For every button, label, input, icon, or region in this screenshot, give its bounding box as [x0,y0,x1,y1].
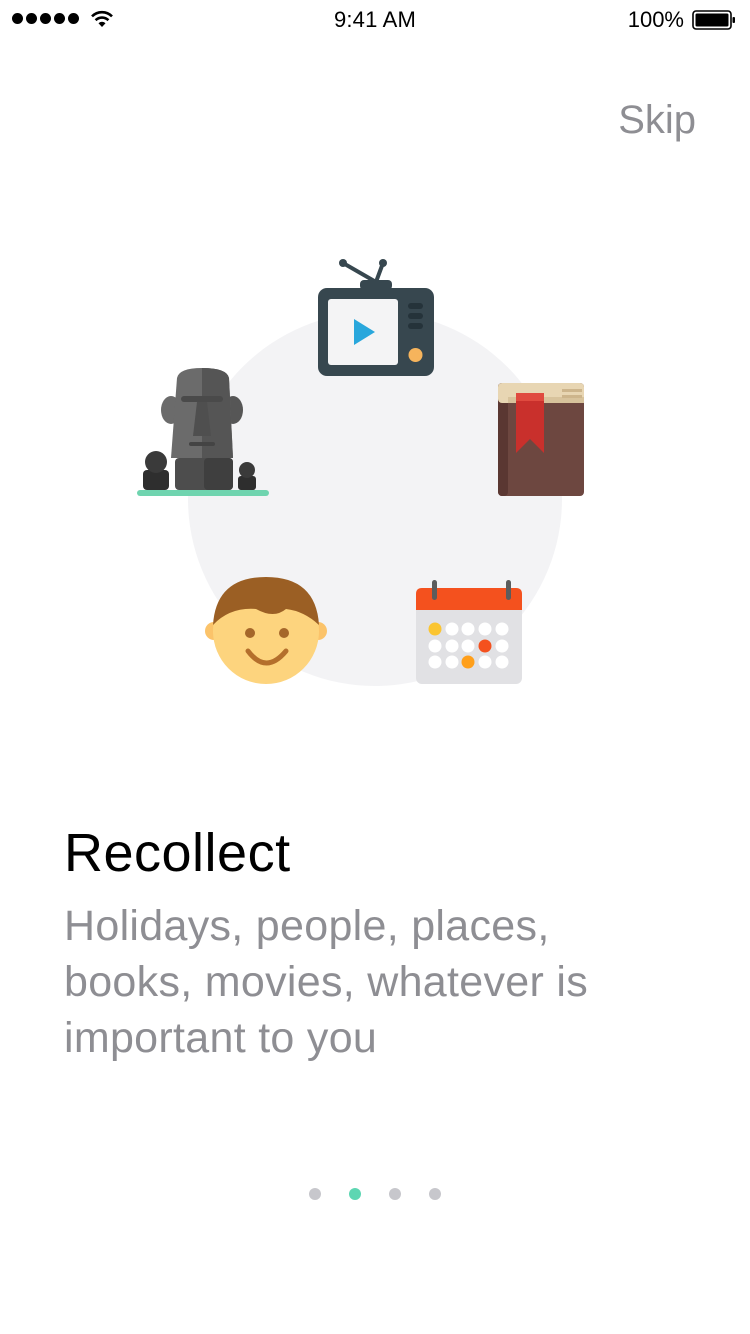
face-icon [205,577,327,684]
page-dot-active[interactable] [349,1188,361,1200]
onboarding-illustration [0,200,750,720]
battery-percent: 100% [627,7,684,32]
tv-icon [318,259,434,376]
battery-icon [692,10,735,30]
page-dot[interactable] [309,1188,321,1200]
moai-statue-icon [137,368,269,496]
page-title: Recollect [64,823,291,883]
page-dot[interactable] [429,1188,441,1200]
page-description: Holidays, people, places, books, movies,… [64,902,589,1062]
status-bar: 9:41 AM 100% [0,0,750,40]
skip-button[interactable]: Skip [618,98,696,143]
calendar-icon [416,580,522,684]
page-indicator[interactable] [0,1188,750,1200]
book-icon [498,383,584,496]
page-dot[interactable] [389,1188,401,1200]
